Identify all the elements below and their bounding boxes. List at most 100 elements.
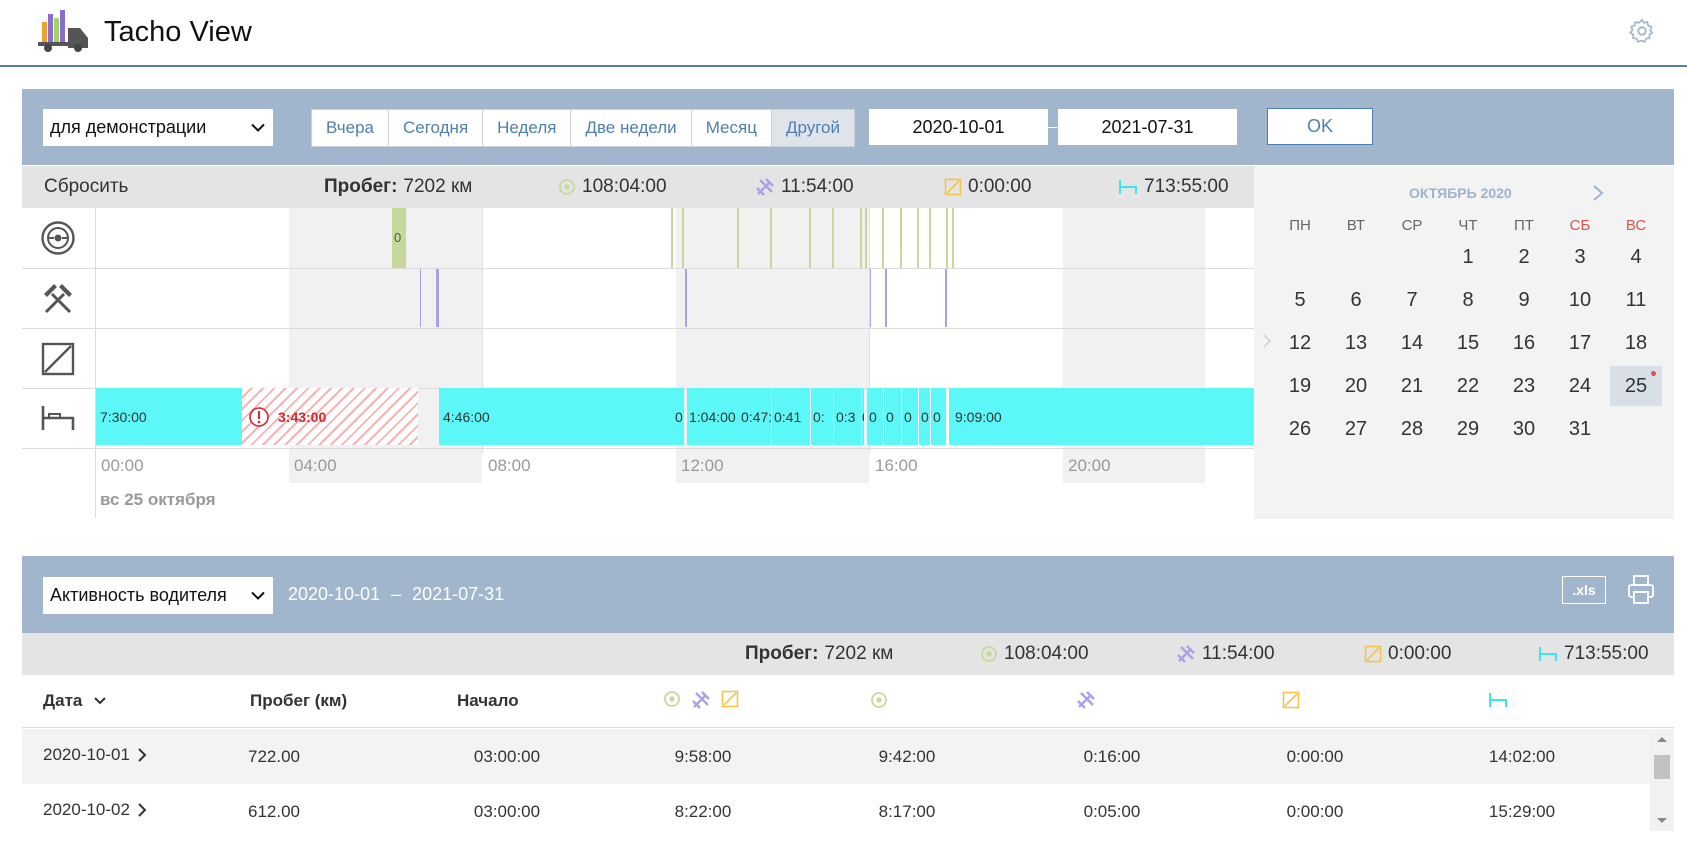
- calendar-day[interactable]: 10: [1554, 280, 1606, 320]
- calendar-day-number: 25: [1624, 374, 1648, 397]
- period-other-button[interactable]: Другой: [771, 110, 854, 146]
- driving-segment[interactable]: [900, 208, 902, 268]
- calendar-day[interactable]: 31: [1554, 409, 1606, 449]
- driving-segment-label: 0: [394, 230, 402, 245]
- calendar-day[interactable]: 2: [1498, 237, 1550, 277]
- driving-segment[interactable]: [917, 208, 919, 268]
- gear-icon[interactable]: [1628, 17, 1656, 45]
- chevron-right-icon[interactable]: [1592, 184, 1604, 202]
- work-segment[interactable]: [945, 269, 947, 327]
- row-date[interactable]: 2020-10-01: [43, 745, 147, 765]
- driving-segment[interactable]: [809, 208, 811, 268]
- calendar-day[interactable]: 15: [1442, 323, 1494, 363]
- rest-segment[interactable]: 9:09:00: [949, 388, 1256, 445]
- driving-segment[interactable]: [946, 208, 948, 268]
- period-month-button[interactable]: Месяц: [692, 110, 772, 146]
- calendar-day[interactable]: 27: [1330, 409, 1382, 449]
- driving-segment[interactable]: [682, 208, 684, 268]
- calendar-day[interactable]: 4: [1610, 237, 1662, 277]
- driving-segment[interactable]: [882, 208, 884, 268]
- calendar-day[interactable]: 30: [1498, 409, 1550, 449]
- calendar-day[interactable]: 8: [1442, 280, 1494, 320]
- ok-button[interactable]: OK: [1267, 108, 1373, 145]
- truck-chart-logo: [38, 10, 88, 52]
- filter-toolbar: для демонстрации Вчера Сегодня Неделя Дв…: [22, 89, 1674, 165]
- rest-segment[interactable]: 0:3: [834, 388, 861, 445]
- calendar-day[interactable]: 26: [1274, 409, 1326, 449]
- bed-icon: [41, 406, 75, 430]
- rest-segment[interactable]: 0: [919, 388, 930, 445]
- scroll-down-icon[interactable]: [1656, 817, 1668, 825]
- calendar-day[interactable]: 18: [1610, 323, 1662, 363]
- period-week-button[interactable]: Неделя: [483, 110, 572, 146]
- rest-segment[interactable]: 0:: [811, 388, 833, 445]
- table-row[interactable]: 2020-10-01 722.00 03:00:00 9:58:00 9:42:…: [22, 729, 1650, 784]
- calendar-day[interactable]: 24: [1554, 366, 1606, 406]
- reset-button[interactable]: Сбросить: [44, 176, 128, 198]
- date-to-input[interactable]: 2021-07-31: [1058, 109, 1237, 145]
- row-date[interactable]: 2020-10-02: [43, 800, 147, 820]
- driving-segment[interactable]: [865, 208, 867, 268]
- rest-segment[interactable]: 0:41: [772, 388, 810, 445]
- calendar-day[interactable]: 3: [1554, 237, 1606, 277]
- rest-segment[interactable]: 4:46:00: [439, 388, 675, 445]
- driving-segment[interactable]: [860, 208, 862, 268]
- calendar-day[interactable]: 17: [1554, 323, 1606, 363]
- column-date[interactable]: Дата: [43, 691, 107, 711]
- calendar-day[interactable]: 29: [1442, 409, 1494, 449]
- vehicle-select[interactable]: для демонстрации: [43, 109, 273, 146]
- driving-segment[interactable]: [929, 208, 931, 268]
- calendar-day[interactable]: 28: [1386, 409, 1438, 449]
- calendar-day-selected[interactable]: 25: [1610, 366, 1662, 406]
- column-rest-icon: [1489, 693, 1507, 707]
- rest-segment[interactable]: 0: [867, 388, 883, 445]
- calendar-day[interactable]: 23: [1498, 366, 1550, 406]
- rest-segment[interactable]: 7:30:00: [96, 388, 244, 445]
- rest-segment[interactable]: 0:47:: [739, 388, 771, 445]
- printer-icon[interactable]: [1626, 574, 1656, 606]
- table-scrollbar[interactable]: [1650, 729, 1674, 831]
- report-type-select[interactable]: Активность водителя: [43, 577, 273, 614]
- rest-segment[interactable]: 0: [902, 388, 918, 445]
- rest-segment[interactable]: 0: [673, 388, 684, 445]
- driving-segment[interactable]: [832, 208, 834, 268]
- period-yesterday-button[interactable]: Вчера: [312, 110, 389, 146]
- driving-segment[interactable]: [737, 208, 739, 268]
- work-segment[interactable]: [885, 269, 887, 327]
- calendar-day[interactable]: 1: [1442, 237, 1494, 277]
- rest-segment[interactable]: 0: [862, 388, 864, 445]
- scrollbar-thumb[interactable]: [1654, 755, 1670, 779]
- calendar-day[interactable]: 9: [1498, 280, 1550, 320]
- calendar-day[interactable]: 22: [1442, 366, 1494, 406]
- driving-segment[interactable]: [770, 208, 772, 268]
- calendar-day[interactable]: 5: [1274, 280, 1326, 320]
- scroll-up-icon[interactable]: [1656, 735, 1668, 743]
- table-row[interactable]: 2020-10-02 612.00 03:00:00 8:22:00 8:17:…: [22, 784, 1650, 839]
- calendar-day[interactable]: 12: [1274, 323, 1326, 363]
- calendar-day[interactable]: 19: [1274, 366, 1326, 406]
- calendar-day[interactable]: 11: [1610, 280, 1662, 320]
- calendar-day[interactable]: 6: [1330, 280, 1382, 320]
- work-segment[interactable]: [436, 269, 439, 327]
- period-two-weeks-button[interactable]: Две недели: [571, 110, 692, 146]
- rest-violation-segment[interactable]: 3:43:00: [242, 388, 418, 445]
- work-segment[interactable]: [870, 269, 871, 327]
- work-segment[interactable]: [420, 269, 421, 327]
- work-segment[interactable]: [685, 269, 687, 327]
- rest-segment[interactable]: 1:04:00: [687, 388, 740, 445]
- driving-segment[interactable]: [671, 208, 673, 268]
- calendar-day[interactable]: 16: [1498, 323, 1550, 363]
- timeline-prev-icon[interactable]: [1262, 333, 1272, 349]
- calendar-day[interactable]: 14: [1386, 323, 1438, 363]
- day-label: вс 25 октября: [100, 490, 216, 509]
- calendar-day[interactable]: 7: [1386, 280, 1438, 320]
- calendar-day[interactable]: 20: [1330, 366, 1382, 406]
- date-from-input[interactable]: 2020-10-01: [869, 109, 1048, 145]
- export-xls-button[interactable]: .xls: [1562, 576, 1606, 604]
- rest-segment[interactable]: 0: [884, 388, 901, 445]
- calendar-day[interactable]: 13: [1330, 323, 1382, 363]
- period-today-button[interactable]: Сегодня: [389, 110, 484, 146]
- rest-segment[interactable]: 0: [931, 388, 946, 445]
- calendar-day[interactable]: 21: [1386, 366, 1438, 406]
- driving-segment[interactable]: [952, 208, 954, 268]
